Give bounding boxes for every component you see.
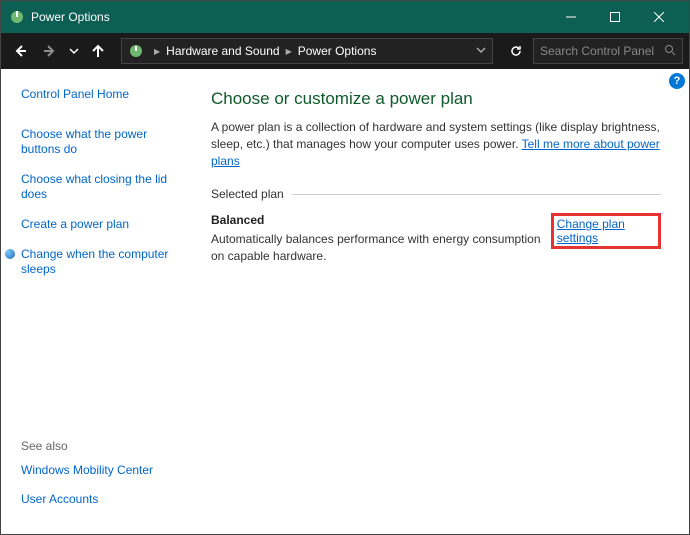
help-icon[interactable]: ? xyxy=(669,73,685,89)
see-also-mobility-center[interactable]: Windows Mobility Center xyxy=(21,463,189,479)
page-description: A power plan is a collection of hardware… xyxy=(211,119,661,169)
window-title: Power Options xyxy=(31,10,549,24)
recent-locations-button[interactable] xyxy=(67,38,81,64)
control-panel-home-link[interactable]: Control Panel Home xyxy=(21,87,189,103)
active-indicator-icon xyxy=(5,249,15,259)
chevron-down-icon[interactable] xyxy=(476,44,486,58)
back-button[interactable] xyxy=(7,38,33,64)
content-area: Control Panel Home Choose what the power… xyxy=(1,69,689,534)
highlight-box: Change plan settings xyxy=(551,213,661,249)
search-input[interactable]: Search Control Panel xyxy=(533,38,683,64)
maximize-button[interactable] xyxy=(593,1,637,33)
power-options-icon xyxy=(9,9,25,25)
divider xyxy=(292,194,661,195)
address-bar[interactable]: ▶ Hardware and Sound ▶ Power Options xyxy=(121,38,493,64)
toolbar: ▶ Hardware and Sound ▶ Power Options Sea… xyxy=(1,33,689,69)
see-also-label: See also xyxy=(21,439,189,453)
close-button[interactable] xyxy=(637,1,681,33)
sidebar-link-closing-lid[interactable]: Choose what closing the lid does xyxy=(21,172,189,203)
up-button[interactable] xyxy=(85,38,111,64)
search-placeholder: Search Control Panel xyxy=(540,44,654,58)
sidebar-link-change-sleep[interactable]: Change when the computer sleeps xyxy=(21,247,189,278)
sidebar-link-power-buttons[interactable]: Choose what the power buttons do xyxy=(21,127,189,158)
see-also-user-accounts[interactable]: User Accounts xyxy=(21,492,189,508)
sidebar-link-create-plan[interactable]: Create a power plan xyxy=(21,217,189,233)
power-options-icon xyxy=(128,43,144,59)
refresh-button[interactable] xyxy=(503,38,529,64)
minimize-button[interactable] xyxy=(549,1,593,33)
search-icon xyxy=(664,44,676,59)
plan-name: Balanced xyxy=(211,213,551,227)
section-label-text: Selected plan xyxy=(211,187,284,201)
titlebar: Power Options xyxy=(1,1,689,33)
plan-row: Balanced Automatically balances performa… xyxy=(211,213,661,263)
plan-description: Automatically balances performance with … xyxy=(211,231,551,263)
chevron-right-icon: ▶ xyxy=(154,47,160,56)
forward-button[interactable] xyxy=(37,38,63,64)
selected-plan-label: Selected plan xyxy=(211,187,661,201)
breadcrumb-power-options[interactable]: Power Options xyxy=(298,44,377,58)
main-panel: ? Choose or customize a power plan A pow… xyxy=(201,69,689,534)
page-title: Choose or customize a power plan xyxy=(211,89,661,109)
breadcrumb-hardware-and-sound[interactable]: Hardware and Sound xyxy=(166,44,279,58)
sidebar: Control Panel Home Choose what the power… xyxy=(1,69,201,534)
chevron-right-icon: ▶ xyxy=(286,47,292,56)
change-plan-settings-link[interactable]: Change plan settings xyxy=(557,217,625,245)
